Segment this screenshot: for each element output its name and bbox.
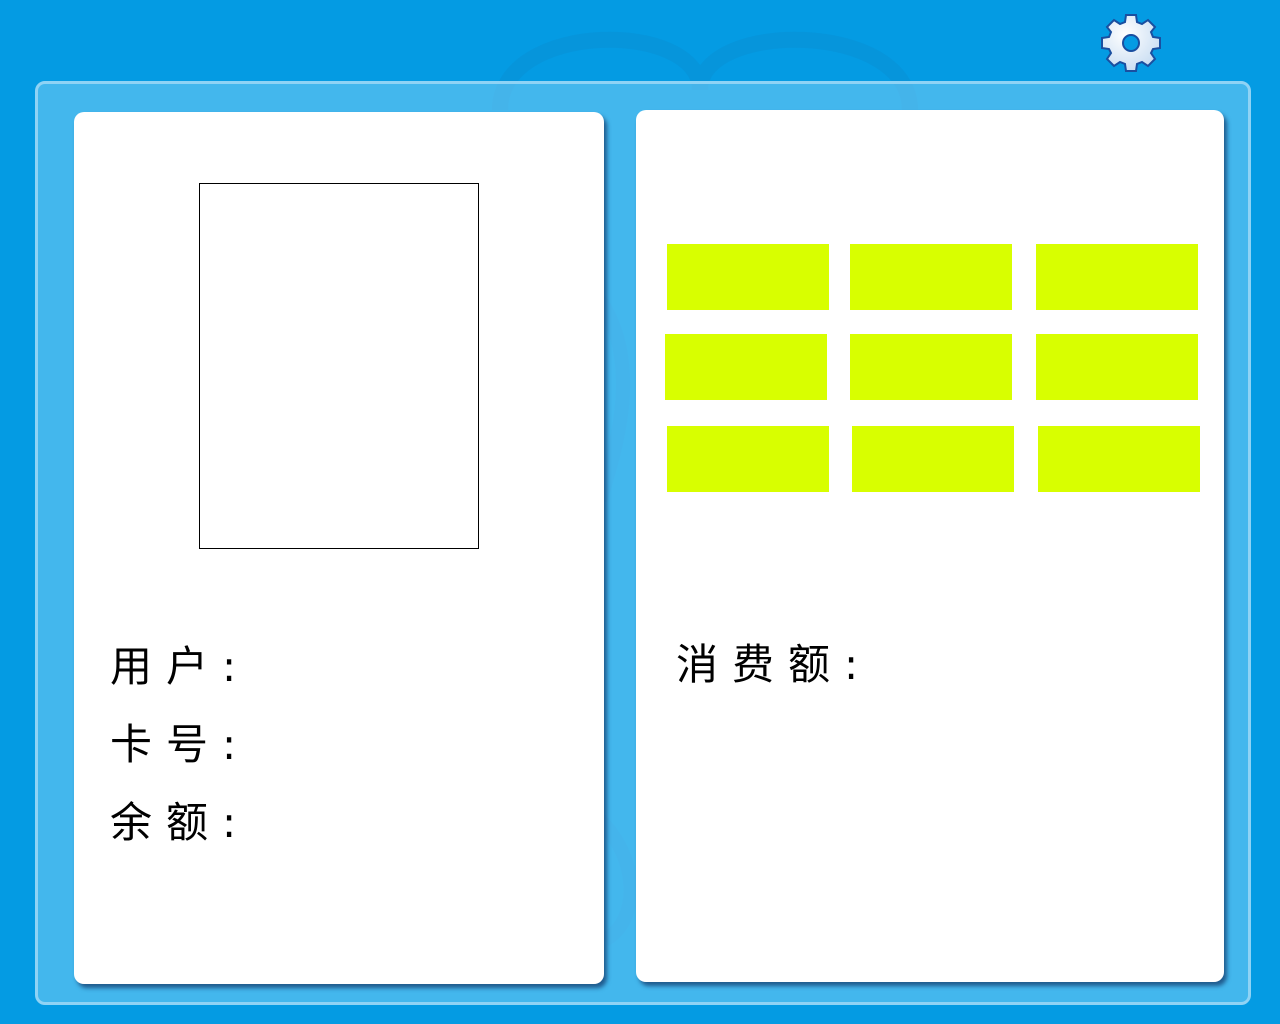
user-label: 用户: [110,642,251,691]
amount-tile[interactable] [667,244,829,310]
user-photo-placeholder [199,183,479,549]
settings-gear-button[interactable] [1100,12,1162,74]
amount-tile[interactable] [850,334,1012,400]
amount-tile[interactable] [852,426,1014,492]
spend-amount-label: 消费额: [676,640,873,689]
amount-tile[interactable] [1036,334,1198,400]
balance-label: 余额: [110,798,251,847]
amount-tile[interactable] [850,244,1012,310]
user-info-panel: 用户: 卡号: 余额: [74,112,604,984]
amount-tile[interactable] [667,426,829,492]
amount-tile[interactable] [1036,244,1198,310]
spend-panel: 消费额: [636,110,1224,982]
card-number-label: 卡号: [110,720,251,769]
amount-tile[interactable] [665,334,827,400]
gear-icon [1101,14,1161,72]
amount-tile[interactable] [1038,426,1200,492]
